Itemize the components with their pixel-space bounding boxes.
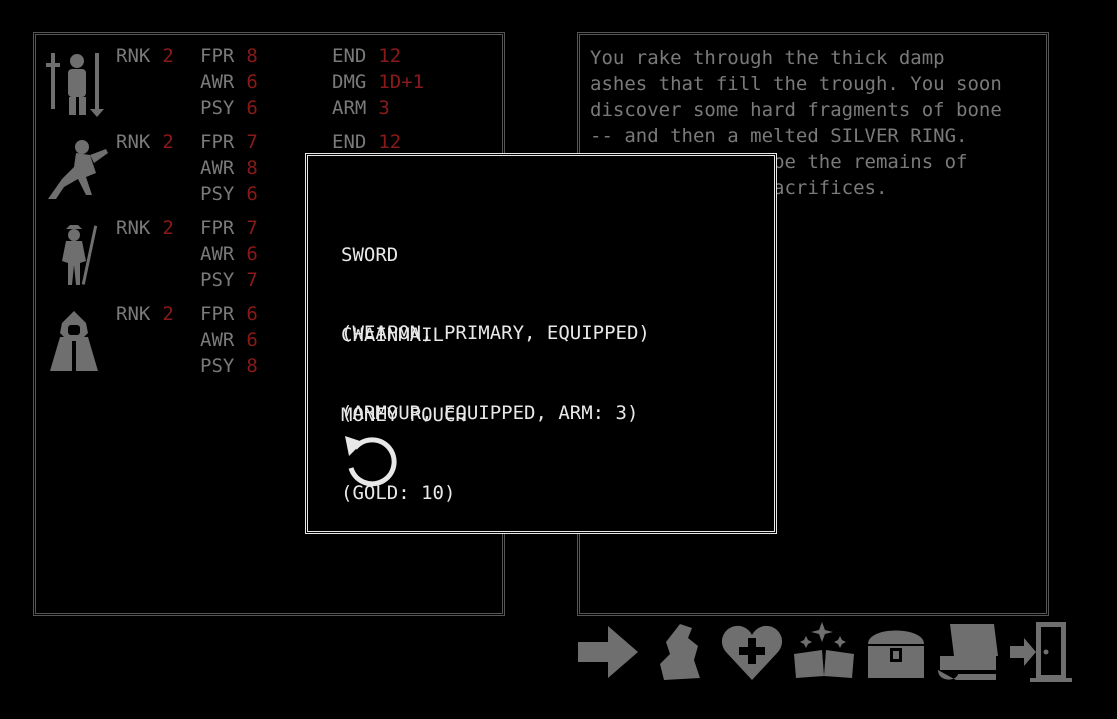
stat-awr: AWR 6 (200, 243, 258, 265)
map-icon[interactable] (652, 620, 716, 684)
spellbook-icon[interactable] (792, 620, 856, 684)
stat-rnk: RNK 2 (116, 45, 174, 67)
party-member-1[interactable]: RNK 2 FPR 8 AWR 6 PSY 6 END 12 DMG 1D+1 ARM 3 (36, 43, 502, 129)
stat-awr: AWR 8 (200, 157, 258, 179)
stat-fpr: FPR 8 (200, 45, 258, 67)
stat-fpr: FPR 7 (200, 131, 258, 153)
treasure-chest-icon[interactable] (864, 620, 928, 684)
item-name: CHAINMAIL (341, 324, 444, 346)
heal-heart-icon[interactable] (720, 620, 784, 684)
warrior-party-icon (46, 53, 104, 117)
item-name: MONEY POUCH (341, 404, 467, 426)
stat-rnk: RNK 2 (116, 131, 174, 153)
stat-dmg: DMG 1D+1 (332, 71, 425, 93)
stat-end: END 12 (332, 131, 402, 153)
continue-arrow-icon[interactable] (576, 620, 640, 684)
stat-rnk: RNK 2 (116, 217, 174, 239)
stat-psy: PSY 6 (200, 183, 258, 205)
inventory-popup: SWORD (WEAPON, PRIMARY, EQUIPPED) CHAINM… (305, 153, 777, 534)
codeword-book-icon[interactable] (936, 620, 1000, 684)
stat-arm: ARM 3 (332, 97, 390, 119)
stat-psy: PSY 7 (200, 269, 258, 291)
stat-psy: PSY 8 (200, 355, 258, 377)
stat-rnk: RNK 2 (116, 303, 174, 325)
stat-awr: AWR 6 (200, 71, 258, 93)
enchanter-icon (50, 311, 98, 371)
item-name: SWORD (341, 244, 399, 266)
undo-arrow-icon[interactable] (341, 432, 399, 490)
stat-fpr: FPR 7 (200, 217, 258, 239)
trickster-icon (48, 140, 108, 199)
stat-end: END 12 (332, 45, 402, 67)
sage-icon (62, 225, 98, 285)
exit-door-icon[interactable] (1008, 620, 1072, 684)
stat-awr: AWR 6 (200, 329, 258, 351)
stat-fpr: FPR 6 (200, 303, 258, 325)
stat-psy: PSY 6 (200, 97, 258, 119)
